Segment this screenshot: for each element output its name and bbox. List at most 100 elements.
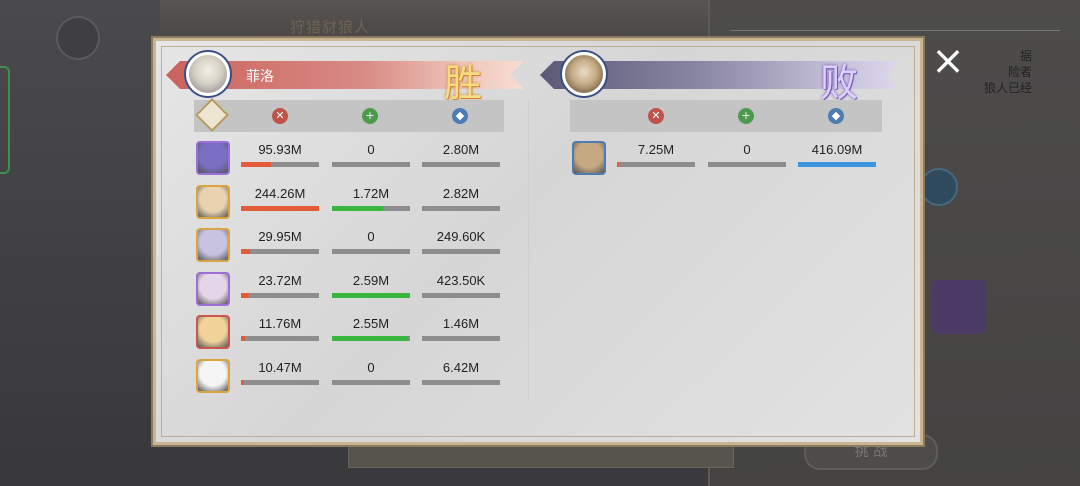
hero-stat-row: 10.47M 0 6.42M — [194, 356, 504, 396]
crossed-swords-icon: ✕ — [648, 108, 664, 124]
damage-taken-stat-bar-fill — [798, 162, 876, 167]
damage-stat: 23.72M — [241, 269, 319, 303]
damage-stat-value: 10.47M — [258, 359, 302, 375]
left-stats-header: ✕ + ◆ — [194, 98, 504, 132]
healing-stat-value: 1.72M — [352, 185, 390, 201]
healing-stat-bar-fill — [332, 292, 410, 298]
healing-stat: 0 — [708, 138, 786, 172]
damage-stat: 29.95M — [241, 225, 319, 259]
damage-stat: 95.93M — [241, 138, 319, 172]
healing-stat-bar-fill — [332, 336, 408, 341]
background-header — [160, 0, 710, 40]
damage-stat-value: 29.95M — [258, 229, 302, 244]
emblem-icon — [56, 16, 100, 60]
healing-stat-bar — [332, 249, 410, 254]
healing-stat: 2.55M — [332, 312, 410, 346]
damage-stat-bar-fill — [241, 162, 271, 167]
background-title: 狩猎豺狼人 — [290, 18, 371, 36]
damage-taken-stat: 249.60K — [422, 225, 500, 259]
damage-taken-stat-value: 249.60K — [436, 229, 486, 244]
damage-stat-bar-fill — [241, 205, 319, 211]
damage-taken-stat-bar — [422, 205, 500, 211]
damage-taken-stat: 416.09M — [798, 138, 876, 172]
healing-stat-value: 0 — [367, 142, 375, 157]
crossed-swords-icon: ✕ — [272, 108, 288, 124]
healing-stat-bar — [332, 205, 410, 211]
damage-taken-stat: 2.82M — [422, 182, 500, 216]
healing-stat-value: 2.55M — [352, 316, 390, 331]
hero-portrait[interactable] — [196, 184, 230, 219]
damage-stat-bar-fill — [241, 379, 244, 385]
damage-stat-value: 7.25M — [637, 142, 675, 157]
damage-stat: 10.47M — [241, 356, 319, 390]
hero-portrait[interactable] — [196, 315, 230, 349]
player-avatar[interactable] — [186, 52, 230, 96]
close-icon[interactable]: × — [930, 41, 966, 81]
damage-stat-bar — [241, 205, 319, 211]
compass-icon — [920, 168, 958, 206]
background-footer — [348, 446, 734, 468]
damage-stat-bar — [241, 336, 319, 341]
damage-stat: 244.26M — [241, 182, 319, 216]
damage-stat: 7.25M — [617, 138, 695, 172]
healing-stat-value: 2.59M — [352, 272, 390, 288]
damage-taken-stat-bar — [422, 379, 500, 385]
healing-stat-bar — [332, 379, 410, 385]
damage-taken-stat: 2.80M — [422, 138, 500, 172]
healing-stat: 0 — [332, 356, 410, 390]
damage-stat-bar — [241, 162, 319, 167]
healing-stat-bar — [708, 162, 786, 167]
healing-stat-value: 0 — [367, 229, 375, 244]
background-description: 据 险者 狼人已经 — [983, 49, 1032, 95]
damage-taken-stat: 1.46M — [422, 312, 500, 346]
side-tab — [0, 66, 10, 174]
healing-stat-bar — [332, 292, 410, 298]
damage-stat-bar — [241, 249, 319, 254]
healing-stat-bar — [332, 162, 410, 167]
damage-stat: 11.76M — [241, 312, 319, 346]
hero-portrait[interactable] — [196, 141, 230, 175]
shield-icon: ◆ — [452, 108, 468, 124]
damage-taken-stat-value: 1.46M — [442, 316, 480, 331]
plus-cross-icon: + — [362, 108, 378, 124]
damage-stat-value: 11.76M — [258, 316, 302, 331]
hero-portrait[interactable] — [196, 358, 230, 393]
background-left-panel — [0, 0, 160, 486]
hero-stat-row: 244.26M 1.72M 2.82M — [194, 182, 504, 222]
damage-taken-stat-value: 416.09M — [811, 142, 863, 157]
hero-portrait[interactable] — [572, 141, 606, 175]
damage-stat-bar-fill — [241, 249, 250, 254]
damage-taken-stat-bar — [798, 162, 876, 167]
healing-stat: 0 — [332, 138, 410, 172]
shield-icon: ◆ — [828, 108, 844, 124]
victory-label: 胜 — [444, 61, 483, 105]
damage-stat-bar-fill — [617, 162, 619, 167]
enemy-avatar[interactable] — [562, 52, 606, 96]
healing-stat-value: 0 — [367, 359, 375, 375]
hero-portrait[interactable] — [196, 271, 230, 306]
plus-cross-icon: + — [738, 108, 754, 124]
damage-stat-value: 23.72M — [258, 272, 302, 288]
healing-stat: 0 — [332, 225, 410, 259]
damage-stat-bar-fill — [241, 336, 245, 341]
healing-stat: 1.72M — [332, 182, 410, 216]
team-divider — [528, 100, 529, 400]
damage-taken-stat: 6.42M — [422, 356, 500, 390]
damage-taken-stat-value: 2.82M — [442, 185, 480, 201]
damage-taken-stat: 423.50K — [422, 269, 500, 303]
damage-stat-value: 95.93M — [258, 142, 302, 157]
healing-stat-value: 0 — [743, 142, 751, 157]
healing-stat-bar — [332, 336, 410, 341]
hero-stat-row: 7.25M 0 416.09M — [570, 138, 880, 178]
damage-taken-stat-value: 6.42M — [442, 359, 480, 375]
hero-portrait[interactable] — [196, 228, 230, 262]
defeat-label: 败 — [820, 61, 859, 105]
hero-stat-row: 29.95M 0 249.60K — [194, 225, 504, 265]
damage-stat-bar — [617, 162, 695, 167]
damage-stat-bar — [241, 379, 319, 385]
hero-stat-row: 23.72M 2.59M 423.50K — [194, 269, 504, 309]
player-name: 菲洛 — [246, 69, 274, 85]
divider-line — [730, 30, 1060, 31]
damage-taken-stat-value: 2.80M — [442, 142, 480, 157]
healing-stat: 2.59M — [332, 269, 410, 303]
